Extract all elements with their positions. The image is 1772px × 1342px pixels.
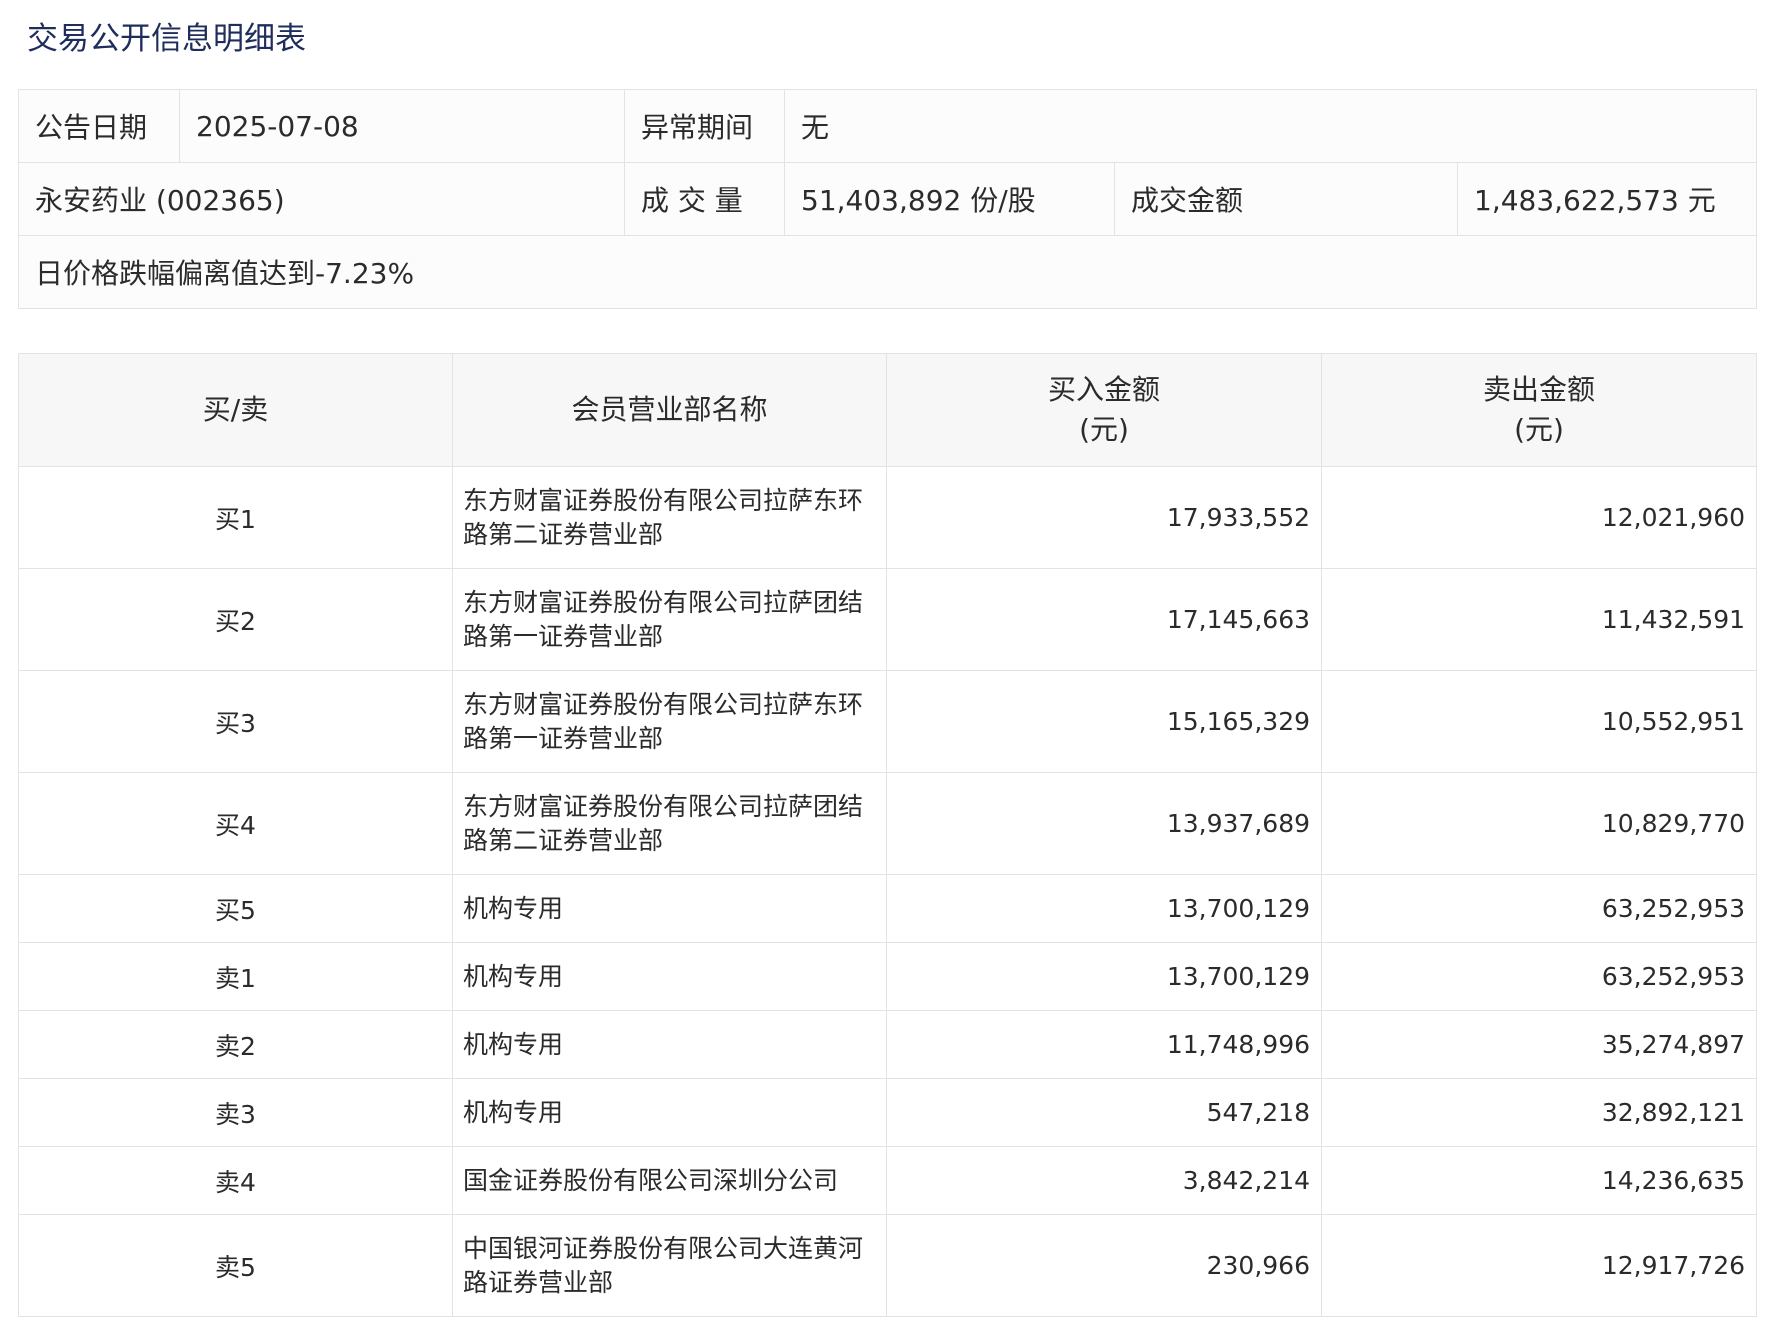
row-buy-amount: 13,937,689 — [886, 772, 1322, 875]
row-side: 卖4 — [18, 1146, 453, 1215]
row-branch-name: 机构专用 — [452, 1078, 887, 1147]
row-side: 卖5 — [18, 1214, 453, 1317]
row-buy-amount: 17,933,552 — [886, 466, 1322, 569]
table-row: 买2 东方财富证券股份有限公司拉萨团结路第一证券营业部 17,145,663 1… — [18, 568, 1757, 671]
page-title: 交易公开信息明细表 — [27, 21, 306, 57]
row-branch-name: 机构专用 — [452, 874, 887, 943]
table-row: 卖5 中国银河证券股份有限公司大连黄河路证券营业部 230,966 12,917… — [18, 1214, 1757, 1317]
row-sell-amount: 10,829,770 — [1321, 772, 1757, 875]
row-buy-amount: 3,842,214 — [886, 1146, 1322, 1215]
row-branch-name: 东方财富证券股份有限公司拉萨团结路第二证券营业部 — [452, 772, 887, 875]
summary-table: 公告日期 2025-07-08 异常期间 无 永安药业 (002365) 成 交… — [17, 89, 1758, 309]
table-row: 卖4 国金证券股份有限公司深圳分公司 3,842,214 14,236,635 — [18, 1146, 1757, 1215]
row-buy-amount: 230,966 — [886, 1214, 1322, 1317]
summary-row-date: 公告日期 2025-07-08 异常期间 无 — [18, 89, 1758, 163]
row-sell-amount: 11,432,591 — [1321, 568, 1757, 671]
abnormal-period-value: 无 — [783, 89, 1758, 163]
row-buy-amount: 11,748,996 — [886, 1010, 1322, 1079]
row-side: 买4 — [18, 772, 453, 875]
row-sell-amount: 63,252,953 — [1321, 942, 1757, 1011]
trading-detail-table: 买/卖 会员营业部名称 买入金额 (元) 卖出金额 (元) 买1 东方财富证券股… — [18, 353, 1757, 1317]
row-branch-name: 东方财富证券股份有限公司拉萨东环路第一证券营业部 — [452, 670, 887, 773]
summary-row-volume: 永安药业 (002365) 成 交 量 51,403,892 份/股 成交金额 … — [18, 162, 1758, 236]
stock-name: 永安药业 (002365) — [18, 162, 625, 236]
row-branch-name: 国金证券股份有限公司深圳分公司 — [452, 1146, 887, 1215]
row-side: 卖1 — [18, 942, 453, 1011]
amount-label: 成交金额 — [1114, 162, 1458, 236]
row-buy-amount: 13,700,129 — [886, 942, 1322, 1011]
summary-row-reason: 日价格跌幅偏离值达到-7.23% — [17, 235, 1758, 309]
table-row: 卖2 机构专用 11,748,996 35,274,897 — [18, 1010, 1757, 1079]
row-side: 卖2 — [18, 1010, 453, 1079]
header-buy-amount-unit: (元) — [1079, 413, 1129, 446]
row-branch-name: 机构专用 — [452, 942, 887, 1011]
announce-date-value: 2025-07-08 — [179, 89, 625, 163]
row-branch-name: 东方财富证券股份有限公司拉萨团结路第一证券营业部 — [452, 568, 887, 671]
row-sell-amount: 32,892,121 — [1321, 1078, 1757, 1147]
announce-date-label: 公告日期 — [18, 89, 180, 163]
row-sell-amount: 10,552,951 — [1321, 670, 1757, 773]
table-row: 卖3 机构专用 547,218 32,892,121 — [18, 1078, 1757, 1147]
page: 交易公开信息明细表 公告日期 2025-07-08 异常期间 无 永安药业 (0… — [0, 0, 1772, 1342]
table-row: 卖1 机构专用 13,700,129 63,252,953 — [18, 942, 1757, 1011]
row-side: 买3 — [18, 670, 453, 773]
row-sell-amount: 63,252,953 — [1321, 874, 1757, 943]
header-buy-amount-label: 买入金额 — [1047, 373, 1160, 406]
row-side: 买5 — [18, 874, 453, 943]
header-side: 买/卖 — [18, 353, 453, 467]
row-branch-name: 东方财富证券股份有限公司拉萨东环路第二证券营业部 — [452, 466, 887, 569]
header-branch-name: 会员营业部名称 — [452, 353, 887, 467]
row-side: 买2 — [18, 568, 453, 671]
row-buy-amount: 17,145,663 — [886, 568, 1322, 671]
row-branch-name: 机构专用 — [452, 1010, 887, 1079]
row-side: 买1 — [18, 466, 453, 569]
row-sell-amount: 35,274,897 — [1321, 1010, 1757, 1079]
header-sell-amount-unit: (元) — [1514, 413, 1564, 446]
row-branch-name: 中国银河证券股份有限公司大连黄河路证券营业部 — [452, 1214, 887, 1317]
table-header-row: 买/卖 会员营业部名称 买入金额 (元) 卖出金额 (元) — [18, 353, 1757, 467]
header-sell-amount: 卖出金额 (元) — [1321, 353, 1757, 467]
volume-label: 成 交 量 — [624, 162, 785, 236]
table-row: 买5 机构专用 13,700,129 63,252,953 — [18, 874, 1757, 943]
row-buy-amount: 547,218 — [886, 1078, 1322, 1147]
reason-text: 日价格跌幅偏离值达到-7.23% — [17, 235, 1758, 309]
row-buy-amount: 15,165,329 — [886, 670, 1322, 773]
row-sell-amount: 14,236,635 — [1321, 1146, 1757, 1215]
row-sell-amount: 12,021,960 — [1321, 466, 1757, 569]
volume-value: 51,403,892 份/股 — [784, 162, 1115, 236]
amount-value: 1,483,622,573 元 — [1456, 162, 1758, 236]
header-buy-amount: 买入金额 (元) — [886, 353, 1322, 467]
table-row: 买3 东方财富证券股份有限公司拉萨东环路第一证券营业部 15,165,329 1… — [18, 670, 1757, 773]
header-sell-amount-label: 卖出金额 — [1482, 373, 1595, 406]
abnormal-period-label: 异常期间 — [624, 89, 785, 163]
row-buy-amount: 13,700,129 — [886, 874, 1322, 943]
table-row: 买4 东方财富证券股份有限公司拉萨团结路第二证券营业部 13,937,689 1… — [18, 772, 1757, 875]
table-row: 买1 东方财富证券股份有限公司拉萨东环路第二证券营业部 17,933,552 1… — [18, 466, 1757, 569]
row-sell-amount: 12,917,726 — [1321, 1214, 1757, 1317]
row-side: 卖3 — [18, 1078, 453, 1147]
